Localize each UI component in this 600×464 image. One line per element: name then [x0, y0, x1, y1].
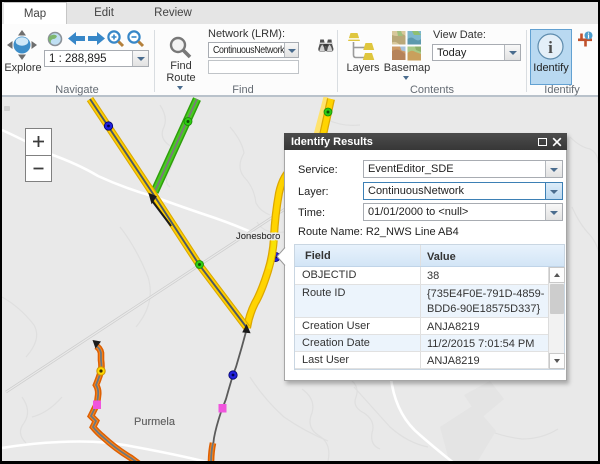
svg-text:i: i [548, 38, 553, 57]
svg-text:Purmela: Purmela [134, 416, 176, 428]
svg-text:Jonesboro: Jonesboro [236, 231, 280, 242]
